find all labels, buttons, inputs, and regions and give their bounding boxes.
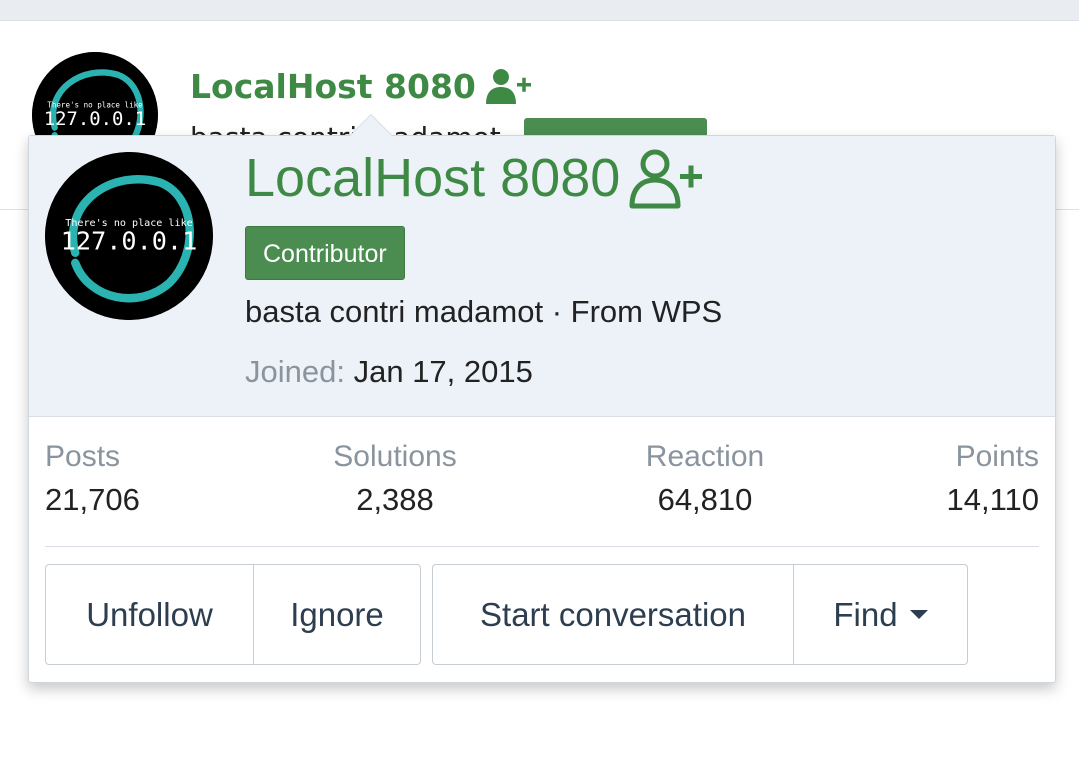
avatar-big-text: 127.0.0.1 (44, 108, 146, 130)
add-user-icon[interactable] (484, 66, 532, 106)
background-username-label[interactable]: LocalHost 8080 (190, 67, 476, 106)
caret-down-icon (909, 610, 928, 619)
follow-ignore-group: Unfollow Ignore (45, 564, 421, 665)
stat-label: Reaction (645, 440, 765, 473)
user-title-badge: Contributor (245, 226, 405, 280)
find-label: Find (833, 595, 898, 633)
member-stats: Posts 21,706 Solutions 2,388 Reaction 64… (45, 436, 1039, 547)
joined-label: Joined: (245, 354, 345, 389)
joined-date: Jan 17, 2015 (353, 354, 533, 389)
member-tooltip-header: There's no place like 127.0.0.1 LocalHos… (29, 136, 1055, 417)
add-user-icon[interactable] (628, 146, 704, 210)
stat-label: Points (955, 440, 1039, 473)
background-username[interactable]: LocalHost 8080 (190, 66, 532, 106)
avatar-big-text: 127.0.0.1 (61, 226, 197, 255)
top-bar (0, 0, 1079, 21)
avatar-logo: There's no place like 127.0.0.1 (45, 152, 213, 320)
member-tooltip: There's no place like 127.0.0.1 LocalHos… (28, 114, 1056, 683)
find-dropdown-button[interactable]: Find (793, 565, 967, 664)
stat-reaction[interactable]: Reaction 64,810 (641, 436, 769, 522)
member-username[interactable]: LocalHost 8080 (245, 146, 704, 210)
member-avatar[interactable]: There's no place like 127.0.0.1 (45, 152, 213, 320)
stat-label: Posts (45, 440, 121, 473)
stat-label: Solutions (333, 440, 457, 473)
stat-points[interactable]: Points 14,110 (946, 436, 1039, 522)
stat-posts[interactable]: Posts 21,706 (45, 436, 140, 522)
stat-value: 21,706 (45, 482, 140, 517)
unfollow-button[interactable]: Unfollow (46, 565, 253, 664)
stat-value: 64,810 (657, 482, 753, 517)
member-username-label[interactable]: LocalHost 8080 (245, 147, 620, 209)
member-joined: Joined: Jan 17, 2015 (245, 354, 533, 390)
stat-value: 2,388 (356, 482, 434, 517)
conversation-find-group: Start conversation Find (432, 564, 968, 665)
member-blurb: basta contri madamot · From WPS (245, 294, 723, 329)
start-conversation-button[interactable]: Start conversation (433, 565, 793, 664)
stat-value: 14,110 (946, 482, 1039, 517)
tooltip-arrow (349, 114, 393, 136)
stat-solutions[interactable]: Solutions 2,388 (329, 436, 461, 522)
ignore-button[interactable]: Ignore (253, 565, 420, 664)
